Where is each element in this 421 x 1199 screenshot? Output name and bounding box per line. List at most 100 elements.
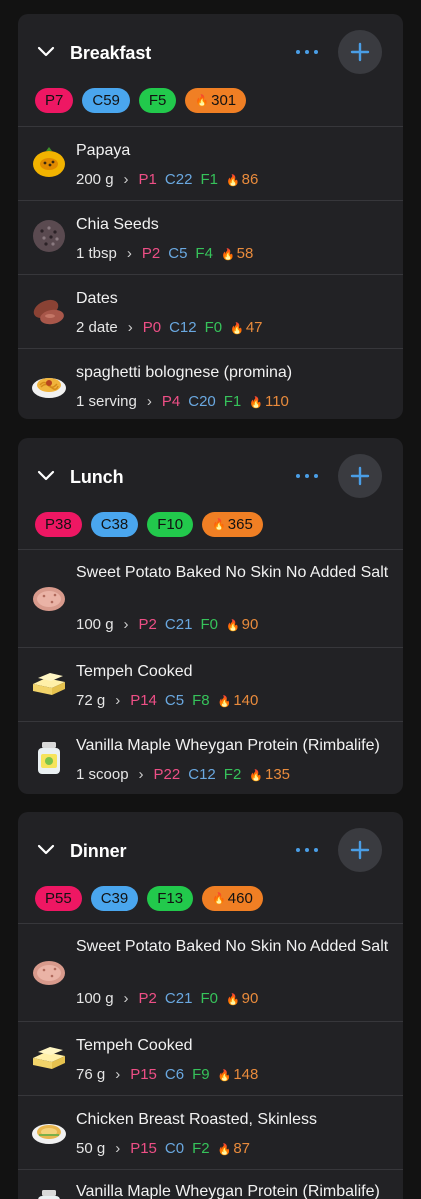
add-food-button[interactable] [338, 454, 382, 498]
carbs-total-badge: C39 [90, 886, 139, 911]
separator-chevron: › [115, 1066, 121, 1083]
kcal-total-value: 301 [211, 92, 237, 109]
separator-chevron: › [127, 319, 133, 336]
meal-diary: Breakfast P7 C59 F5 🔥 301 Papaya 200 g › … [0, 0, 421, 1199]
meal-header: Lunch [18, 438, 403, 514]
kcal-total-badge: 🔥 460 [202, 886, 263, 911]
kcal-value: 🔥 110 [249, 393, 289, 410]
food-item-protein-powder[interactable]: Vanilla Maple Wheygan Protein (Rimbalife… [18, 721, 403, 794]
add-food-button[interactable] [338, 828, 382, 872]
kcal-number: 90 [241, 616, 259, 633]
food-item-dates[interactable]: Dates 2 date › P0 C12 F0 🔥 47 [18, 274, 403, 347]
kcal-value: 🔥 90 [226, 616, 258, 633]
meal-totals: P38 C38 F10 🔥 365 [35, 512, 263, 537]
flame-icon: 🔥 [212, 519, 226, 531]
food-name: Chia Seeds [76, 216, 159, 233]
carbs-value: C6 [164, 1066, 185, 1083]
more-options-icon[interactable] [296, 466, 318, 486]
meal-title: Dinner [70, 841, 127, 861]
protein-total-badge: P7 [35, 88, 74, 113]
meal-card-breakfast: Breakfast P7 C59 F5 🔥 301 Papaya 200 g › … [18, 14, 403, 419]
kcal-value: 🔥 87 [218, 1140, 250, 1157]
protein-value: P4 [161, 393, 181, 410]
sweet-potato-icon [33, 961, 65, 985]
fat-value: F0 [200, 616, 218, 633]
food-item-papaya[interactable]: Papaya 200 g › P1 C22 F1 🔥 86 [18, 126, 403, 199]
separator-chevron: › [123, 990, 129, 1007]
papaya-icon [33, 147, 65, 177]
food-item-chia-seeds[interactable]: Chia Seeds 1 tbsp › P2 C5 F4 🔥 58 [18, 200, 403, 273]
carbs-value: C21 [164, 990, 193, 1007]
more-options-icon[interactable] [296, 42, 318, 62]
food-name: Sweet Potato Baked No Skin No Added Salt [76, 938, 389, 955]
protein-total-badge: P38 [35, 512, 82, 537]
carbs-value: C12 [169, 319, 197, 336]
more-options-icon[interactable] [296, 840, 318, 860]
chevron-down-icon[interactable] [36, 45, 56, 59]
carbs-value: C0 [164, 1140, 185, 1157]
food-item-sweet-potato[interactable]: Sweet Potato Baked No Skin No Added Salt… [18, 923, 403, 1020]
meal-title: Lunch [70, 467, 124, 487]
kcal-number: 86 [241, 171, 259, 188]
fat-value: F0 [204, 319, 223, 336]
protein-value: P14 [130, 692, 157, 709]
flame-icon: 🔥 [230, 323, 244, 335]
kcal-total-badge: 🔥 301 [185, 88, 247, 113]
add-food-button[interactable] [338, 30, 382, 74]
kcal-value: 🔥 135 [249, 766, 290, 783]
food-macros: 200 g › P1 C22 F1 🔥 86 [76, 171, 258, 188]
flame-icon: 🔥 [195, 95, 210, 107]
flame-icon: 🔥 [225, 620, 240, 632]
meal-card-lunch: Lunch P38 C38 F10 🔥 365 Sweet Potato Bake… [18, 438, 403, 794]
chicken-breast-icon [32, 1124, 66, 1144]
kcal-number: 148 [233, 1066, 259, 1083]
protein-value: P0 [142, 319, 162, 336]
food-amount: 1 tbsp [76, 245, 117, 262]
food-name: Vanilla Maple Wheygan Protein (Rimbalife… [76, 1183, 380, 1199]
food-item-sweet-potato[interactable]: Sweet Potato Baked No Skin No Added Salt… [18, 549, 403, 646]
food-item-tempeh[interactable]: Tempeh Cooked 72 g › P14 C5 F8 🔥 140 [18, 647, 403, 720]
food-item-spaghetti-bolognese[interactable]: spaghetti bolognese (promina) 1 serving … [18, 348, 403, 419]
food-amount: 2 date [76, 319, 118, 336]
kcal-number: 47 [245, 319, 263, 336]
food-name: Papaya [76, 142, 131, 159]
flame-icon: 🔥 [220, 249, 235, 261]
food-macros: 72 g › P14 C5 F8 🔥 140 [76, 692, 258, 709]
food-item-chicken-breast[interactable]: Chicken Breast Roasted, Skinless 50 g › … [18, 1095, 403, 1168]
meal-header: Dinner [18, 812, 403, 888]
chevron-down-icon[interactable] [36, 469, 56, 483]
protein-value: P1 [138, 171, 157, 188]
kcal-value: 🔥 148 [218, 1066, 259, 1083]
spaghetti-icon [32, 378, 66, 398]
kcal-value: 🔥 140 [218, 692, 259, 709]
flame-icon: 🔥 [217, 696, 232, 708]
food-macros: 100 g › P2 C21 F0 🔥 90 [76, 616, 258, 633]
tempeh-icon [33, 1047, 65, 1069]
fat-total-badge: F5 [138, 88, 177, 113]
chevron-down-icon[interactable] [36, 843, 56, 857]
flame-icon: 🔥 [217, 1070, 232, 1082]
food-item-protein-powder[interactable]: Vanilla Maple Wheygan Protein (Rimbalife… [18, 1169, 403, 1199]
meal-title: Breakfast [70, 43, 152, 63]
food-name: Vanilla Maple Wheygan Protein (Rimbalife… [76, 737, 380, 754]
meal-totals: P55 C39 F13 🔥 460 [35, 886, 263, 911]
food-amount: 76 g [76, 1066, 106, 1083]
kcal-number: 90 [241, 990, 259, 1007]
carbs-value: C12 [188, 766, 216, 783]
kcal-total-badge: 🔥 365 [202, 512, 263, 537]
plus-icon [350, 466, 370, 486]
protein-value: P2 [141, 245, 161, 262]
flame-icon: 🔥 [225, 175, 240, 187]
food-name: Chicken Breast Roasted, Skinless [76, 1111, 317, 1128]
kcal-value: 🔥 90 [226, 990, 258, 1007]
flame-icon: 🔥 [217, 1144, 232, 1156]
carbs-value: C21 [164, 616, 193, 633]
carbs-value: C22 [164, 171, 193, 188]
meal-header: Breakfast [18, 14, 403, 90]
food-name: Tempeh Cooked [76, 663, 193, 680]
carbs-value: C20 [188, 393, 216, 410]
kcal-number: 140 [233, 692, 259, 709]
dates-icon [33, 299, 64, 325]
food-item-tempeh[interactable]: Tempeh Cooked 76 g › P15 C6 F9 🔥 148 [18, 1021, 403, 1094]
fat-value: F9 [192, 1066, 210, 1083]
